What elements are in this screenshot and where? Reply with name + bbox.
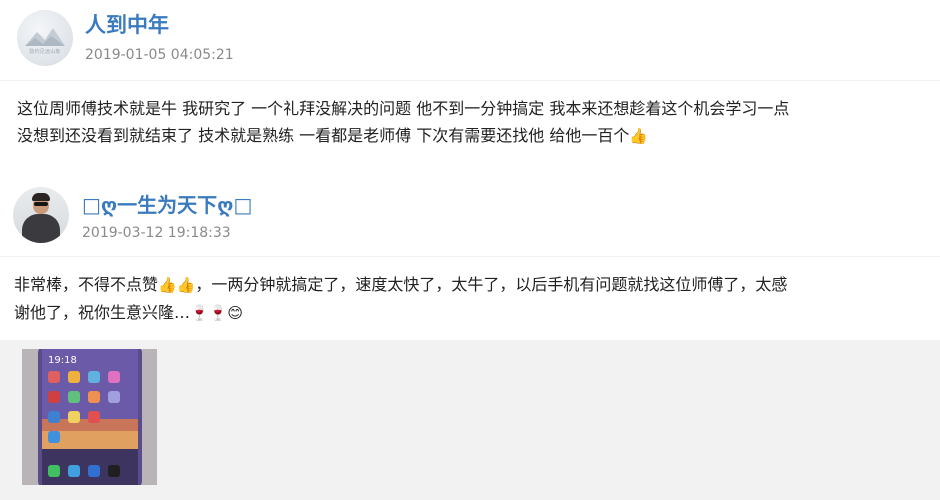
reviews-page: 隐约见远山象 人到中年 2019-01-05 04:05:21 这位周师傅技术就… — [0, 0, 940, 500]
phone-photo-image: 19:18 — [22, 349, 157, 485]
review-text-line-content: 没想到还没看到就结束了 技术就是熟练 一看都是老师傅 下次有需要还找他 给他一百… — [17, 126, 630, 145]
review-header: □ღ一生为天下ღ□ 2019-03-12 19:18:33 — [0, 172, 940, 256]
review-text-line: 谢他了，祝你生意兴隆…🍷🍷😊 — [14, 299, 936, 327]
review-header: 隐约见远山象 人到中年 2019-01-05 04:05:21 — [0, 0, 940, 80]
sunglasses-icon — [34, 202, 48, 206]
review-text-line-content: ，一两分钟就搞定了，速度太快了，太牛了，以后手机有问题就找这位师傅了，太感 — [195, 275, 788, 294]
thumbs-up-icon: 👍 — [176, 276, 196, 294]
svg-text:19:18: 19:18 — [48, 355, 77, 366]
review-body: 这位周师傅技术就是牛 我研究了 一个礼拜没解决的问题 他不到一分钟搞定 我本来还… — [0, 80, 940, 173]
avatar-hair-shape — [32, 193, 50, 201]
review-text: 非常棒，不得不点赞👍👍，一两分钟就搞定了，速度太快了，太牛了，以后手机有问题就找… — [14, 271, 936, 327]
smile-icon: 😊 — [227, 304, 244, 322]
mountain-icon — [25, 28, 65, 46]
thumbs-up-icon: 👍 — [158, 276, 177, 294]
man-with-sunglasses-avatar-icon[interactable] — [13, 187, 69, 243]
cheers-icon: 🍷 — [208, 304, 228, 322]
phone-photo-thumbnail[interactable]: 19:18 — [22, 349, 157, 485]
avatar-watermark: 隐约见远山象 — [29, 49, 61, 55]
review-text-line: 这位周师傅技术就是牛 我研究了 一个礼拜没解决的问题 他不到一分钟搞定 我本来还… — [17, 99, 790, 118]
review-timestamp: 2019-01-05 04:05:21 — [85, 47, 234, 63]
review-text-line-content: 非常棒，不得不点赞 — [14, 275, 159, 294]
review-timestamp: 2019-03-12 19:18:33 — [82, 225, 231, 241]
review-body: 非常棒，不得不点赞👍👍，一两分钟就搞定了，速度太快了，太牛了，以后手机有问题就找… — [0, 256, 940, 341]
review-text: 这位周师傅技术就是牛 我研究了 一个礼拜没解决的问题 他不到一分钟搞定 我本来还… — [17, 95, 937, 150]
avatar-body-shape — [22, 214, 60, 243]
review-text-line: 没想到还没看到就结束了 技术就是熟练 一看都是老师傅 下次有需要还找他 给他一百… — [17, 122, 937, 150]
thumbs-up-icon: 👍 — [629, 127, 649, 145]
review-photos: 19:18 — [0, 340, 940, 500]
review-text-line: 非常棒，不得不点赞👍👍，一两分钟就搞定了，速度太快了，太牛了，以后手机有问题就找… — [14, 271, 936, 299]
review-text-line-content: 谢他了，祝你生意兴隆… — [14, 303, 191, 322]
landscape-avatar-icon[interactable]: 隐约见远山象 — [17, 10, 73, 66]
cheers-icon: 🍷 — [190, 304, 209, 322]
username[interactable]: 人到中年 — [85, 10, 169, 40]
username[interactable]: □ღ一生为天下ღ□ — [82, 190, 252, 220]
